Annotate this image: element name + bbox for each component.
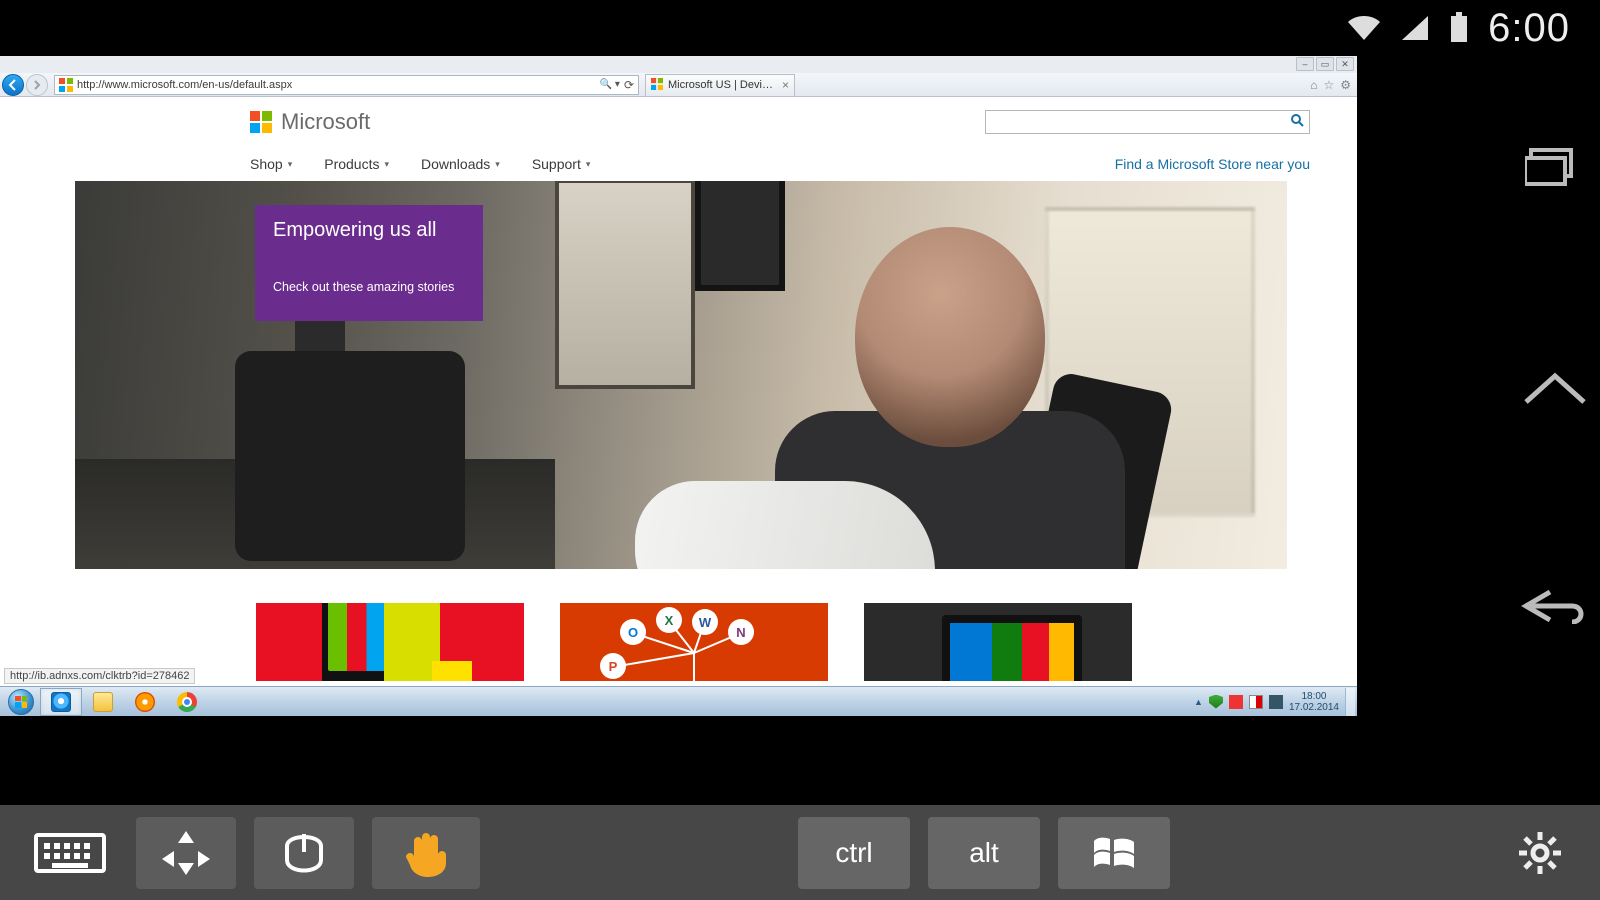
hero-card[interactable]: Empowering us all Check out these amazin… [255, 205, 483, 321]
word-icon: W [692, 609, 718, 635]
ie-address-bar[interactable]: http://www.microsoft.com/en-us/default.a… [54, 75, 639, 95]
tablet-shape [942, 615, 1082, 681]
promo-tile-phones[interactable] [256, 603, 524, 681]
site-favicon-icon [59, 78, 73, 92]
system-tray[interactable]: ▲ 18:00 17.02.2014 [1194, 688, 1357, 716]
chevron-down-icon: ▾ [288, 159, 293, 170]
chrome-icon [177, 692, 197, 712]
chevron-down-icon: ▾ [586, 159, 591, 170]
touch-mode-button[interactable] [372, 817, 480, 889]
nav-support[interactable]: Support▾ [532, 156, 591, 172]
microsoft-wordmark: Microsoft [281, 109, 370, 135]
back-button[interactable] [1518, 582, 1592, 630]
android-status-bar: 6:00 [0, 0, 1600, 56]
ctrl-key-button[interactable]: ctrl [798, 817, 910, 889]
ie-tab[interactable]: Microsoft US | Devices and … × [645, 74, 795, 96]
hero-subtitle: Check out these amazing stories [273, 280, 465, 294]
tray-action-center-icon[interactable] [1249, 695, 1263, 709]
window-minimize-button[interactable]: – [1296, 57, 1314, 71]
ie-status-bar-link: http://ib.adnxs.com/clktrb?id=278462 [4, 668, 195, 684]
ie-back-button[interactable] [2, 74, 24, 96]
wifi-icon [1346, 14, 1382, 42]
taskbar-app-ie[interactable] [40, 688, 82, 716]
promo-tile-office[interactable]: W X O N P [560, 603, 828, 681]
toggle-keyboard-button[interactable] [22, 817, 118, 889]
tray-date: 17.02.2014 [1289, 702, 1339, 713]
ie-tab-close-button[interactable]: × [782, 78, 789, 92]
window-maximize-button[interactable]: ▭ [1316, 57, 1334, 71]
windows-taskbar[interactable]: ▲ 18:00 17.02.2014 [0, 686, 1357, 716]
ie-forward-button[interactable] [26, 74, 48, 96]
mediaplayer-icon [135, 692, 155, 712]
ie-reload-button[interactable]: ⟳ [624, 78, 634, 92]
taskbar-app-mediaplayer[interactable] [124, 688, 166, 716]
cell-signal-icon [1400, 14, 1430, 42]
phone-shape [322, 603, 392, 681]
remote-desktop-viewport[interactable]: – ▭ ✕ http://www.microsoft.com/en-us/def… [0, 56, 1357, 716]
alt-key-button[interactable]: alt [928, 817, 1040, 889]
ie-url-text[interactable]: http://www.microsoft.com/en-us/default.a… [77, 79, 596, 91]
excel-icon: X [656, 607, 682, 633]
tray-security-icon[interactable] [1209, 695, 1223, 709]
hero-head-shape [855, 227, 1045, 447]
folder-icon [93, 692, 113, 712]
onenote-icon: N [728, 619, 754, 645]
hero-window-shape [555, 181, 695, 389]
nav-shop[interactable]: Shop▾ [250, 156, 292, 172]
hero-equipment-shape [235, 351, 465, 561]
nav-find-store-link[interactable]: Find a Microsoft Store near you [1115, 156, 1310, 172]
ie-home-button[interactable]: ⌂ [1310, 78, 1317, 92]
windows-logo-icon [15, 696, 27, 708]
tray-chevron-icon[interactable]: ▲ [1194, 697, 1203, 707]
remote-app-toolbar: ctrl alt [0, 805, 1600, 900]
ie-search-dropdown[interactable]: 🔍 ▾ [600, 79, 620, 90]
ie-toolbar: http://www.microsoft.com/en-us/default.a… [0, 73, 1357, 97]
taskbar-app-chrome[interactable] [166, 688, 208, 716]
site-nav: Shop▾ Products▾ Downloads▾ Support▾ Find… [250, 147, 1310, 181]
tray-volume-icon[interactable] [1229, 695, 1243, 709]
status-clock: 6:00 [1488, 6, 1570, 51]
site-header: Microsoft [250, 97, 1310, 147]
tab-favicon-icon [651, 78, 663, 93]
android-nav-bar [1510, 56, 1600, 716]
site-search[interactable] [985, 110, 1310, 134]
chevron-down-icon: ▾ [495, 159, 500, 170]
taskbar-app-explorer[interactable] [82, 688, 124, 716]
microsoft-logo[interactable]: Microsoft [250, 109, 370, 135]
tray-time: 18:00 [1289, 691, 1339, 702]
promo-tiles-row: W X O N P [256, 603, 1132, 681]
powerpoint-icon: P [600, 653, 626, 679]
outlook-icon: O [620, 619, 646, 645]
search-icon[interactable] [1285, 113, 1309, 132]
ie-title-bar: – ▭ ✕ [0, 56, 1357, 73]
webpage-content[interactable]: Microsoft Shop▾ Products▾ Downloads▾ Sup… [0, 97, 1357, 686]
promo-tile-surface[interactable] [864, 603, 1132, 681]
nav-products[interactable]: Products▾ [324, 156, 389, 172]
hero-banner[interactable]: Empowering us all Check out these amazin… [75, 181, 1287, 569]
hero-title: Empowering us all [273, 219, 465, 242]
ie-tab-title: Microsoft US | Devices and … [668, 79, 777, 91]
arrow-keys-button[interactable] [136, 817, 236, 889]
ie-favorites-button[interactable]: ☆ [1323, 78, 1334, 92]
price-tag-shape [432, 661, 472, 681]
tray-network-icon[interactable] [1269, 695, 1283, 709]
start-button[interactable] [4, 688, 38, 716]
site-search-input[interactable] [986, 115, 1285, 129]
nav-downloads[interactable]: Downloads▾ [421, 156, 500, 172]
hero-child-shape [635, 481, 935, 569]
windows-key-button[interactable] [1058, 817, 1170, 889]
settings-button[interactable] [1502, 817, 1578, 889]
home-button[interactable] [1518, 362, 1592, 410]
hero-frame-shape [695, 181, 785, 291]
ie-tools-button[interactable]: ⚙ [1340, 78, 1351, 92]
tray-clock[interactable]: 18:00 17.02.2014 [1289, 691, 1339, 713]
mouse-mode-button[interactable] [254, 817, 354, 889]
window-close-button[interactable]: ✕ [1336, 57, 1354, 71]
microsoft-logo-icon [250, 111, 272, 133]
recent-apps-button[interactable] [1518, 142, 1592, 190]
chevron-down-icon: ▾ [384, 159, 389, 170]
show-desktop-button[interactable] [1345, 688, 1355, 716]
ie-icon [51, 692, 71, 712]
battery-icon [1448, 12, 1470, 44]
